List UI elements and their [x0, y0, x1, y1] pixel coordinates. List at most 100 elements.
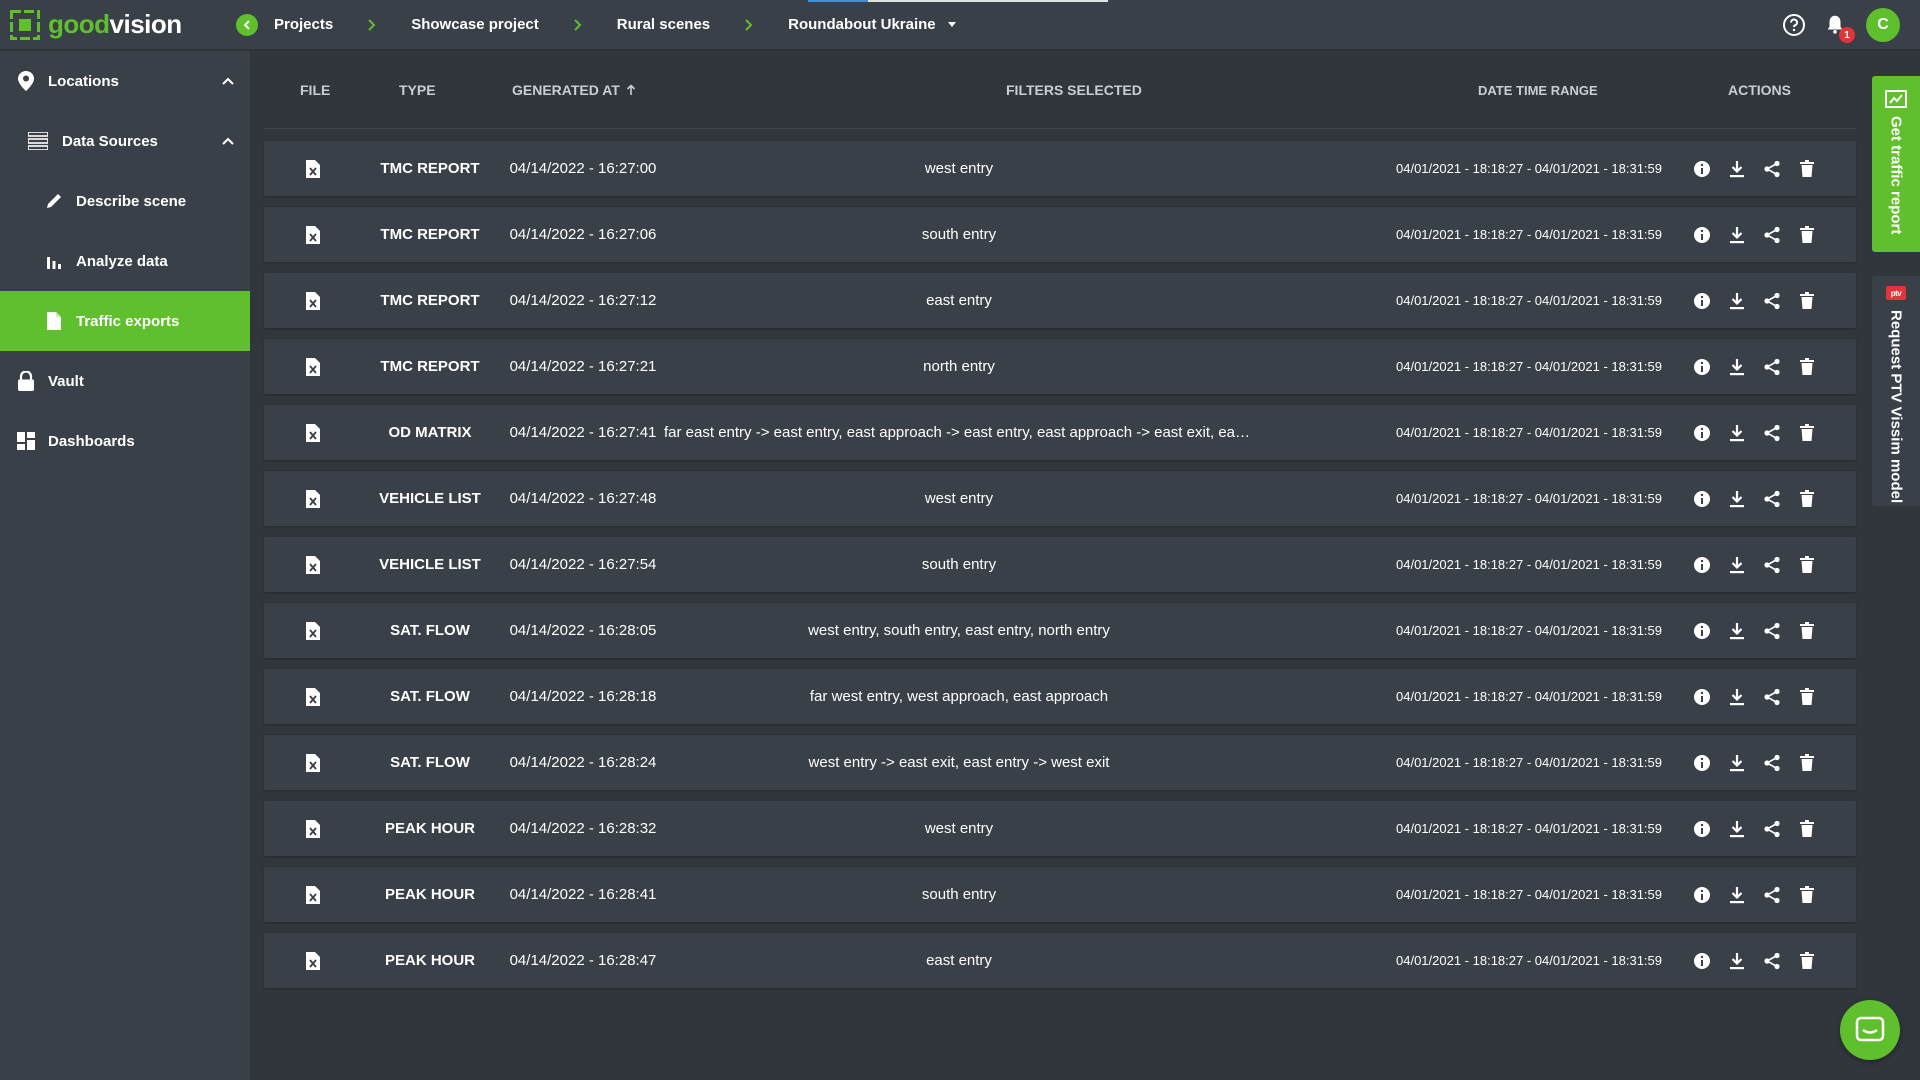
delete-icon[interactable]	[1797, 159, 1817, 179]
share-icon[interactable]	[1762, 291, 1782, 311]
download-icon[interactable]	[1727, 225, 1747, 245]
help-icon[interactable]	[1782, 13, 1806, 37]
column-header-generated-at[interactable]: GENERATED AT	[512, 51, 636, 129]
info-icon[interactable]	[1692, 753, 1712, 773]
table-row[interactable]: PEAK HOUR 04/14/2022 - 16:28:32 west entry…	[264, 801, 1856, 856]
share-icon[interactable]	[1762, 621, 1782, 641]
excel-file-icon[interactable]	[300, 357, 326, 376]
back-button[interactable]	[236, 13, 258, 36]
download-icon[interactable]	[1727, 687, 1747, 707]
caret-down-icon[interactable]	[946, 21, 958, 29]
share-icon[interactable]	[1762, 225, 1782, 245]
share-icon[interactable]	[1762, 687, 1782, 707]
sidebar-item-describe-scene[interactable]: Describe scene	[0, 171, 250, 231]
excel-file-icon[interactable]	[300, 621, 326, 640]
table-row[interactable]: VEHICLE LIST 04/14/2022 - 16:27:54 south e…	[264, 537, 1856, 592]
delete-icon[interactable]	[1797, 687, 1817, 707]
share-icon[interactable]	[1762, 357, 1782, 377]
info-icon[interactable]	[1692, 555, 1712, 575]
share-icon[interactable]	[1762, 489, 1782, 509]
excel-file-icon[interactable]	[300, 159, 326, 178]
table-row[interactable]: OD MATRIX 04/14/2022 - 16:27:41 far east e…	[264, 405, 1856, 460]
download-icon[interactable]	[1727, 489, 1747, 509]
share-icon[interactable]	[1762, 951, 1782, 971]
excel-file-icon[interactable]	[300, 423, 326, 442]
delete-icon[interactable]	[1797, 753, 1817, 773]
excel-file-icon[interactable]	[300, 555, 326, 574]
chat-button[interactable]	[1840, 1000, 1900, 1060]
sidebar-item-vault[interactable]: Vault	[0, 351, 250, 411]
delete-icon[interactable]	[1797, 819, 1817, 839]
info-icon[interactable]	[1692, 621, 1712, 641]
logo[interactable]: goodvision	[0, 9, 236, 40]
delete-icon[interactable]	[1797, 423, 1817, 443]
download-icon[interactable]	[1727, 819, 1747, 839]
table-row[interactable]: TMC REPORT 04/14/2022 - 16:27:21 north ent…	[264, 339, 1856, 394]
table-row[interactable]: SAT. FLOW 04/14/2022 - 16:28:24 west entry…	[264, 735, 1856, 790]
share-icon[interactable]	[1762, 555, 1782, 575]
excel-file-icon[interactable]	[300, 225, 326, 244]
breadcrumb-projects[interactable]: Projects	[274, 16, 333, 33]
delete-icon[interactable]	[1797, 489, 1817, 509]
info-icon[interactable]	[1692, 423, 1712, 443]
get-traffic-report-tab[interactable]: Get traffic report	[1872, 76, 1920, 252]
request-ptv-vissim-tab[interactable]: ptv Request PTV Vissim model	[1872, 276, 1920, 506]
table-row[interactable]: TMC REPORT 04/14/2022 - 16:27:06 south ent…	[264, 207, 1856, 262]
table-row[interactable]: SAT. FLOW 04/14/2022 - 16:28:05 west entry…	[264, 603, 1856, 658]
breadcrumb-showcase-project[interactable]: Showcase project	[411, 16, 539, 33]
column-header-file[interactable]: FILE	[300, 51, 330, 129]
share-icon[interactable]	[1762, 159, 1782, 179]
breadcrumb-roundabout-ukraine[interactable]: Roundabout Ukraine	[788, 16, 936, 33]
download-icon[interactable]	[1727, 423, 1747, 443]
excel-file-icon[interactable]	[300, 687, 326, 706]
info-icon[interactable]	[1692, 951, 1712, 971]
info-icon[interactable]	[1692, 885, 1712, 905]
delete-icon[interactable]	[1797, 357, 1817, 377]
table-row[interactable]: VEHICLE LIST 04/14/2022 - 16:27:48 west en…	[264, 471, 1856, 526]
info-icon[interactable]	[1692, 819, 1712, 839]
download-icon[interactable]	[1727, 621, 1747, 641]
delete-icon[interactable]	[1797, 951, 1817, 971]
download-icon[interactable]	[1727, 555, 1747, 575]
notifications-button[interactable]: 1	[1824, 13, 1855, 43]
table-row[interactable]: TMC REPORT 04/14/2022 - 16:27:00 west entr…	[264, 141, 1856, 196]
excel-file-icon[interactable]	[300, 489, 326, 508]
column-header-type[interactable]: TYPE	[399, 51, 436, 129]
share-icon[interactable]	[1762, 753, 1782, 773]
delete-icon[interactable]	[1797, 291, 1817, 311]
delete-icon[interactable]	[1797, 621, 1817, 641]
info-icon[interactable]	[1692, 225, 1712, 245]
breadcrumb-rural-scenes[interactable]: Rural scenes	[617, 16, 710, 33]
info-icon[interactable]	[1692, 489, 1712, 509]
excel-file-icon[interactable]	[300, 951, 326, 970]
excel-file-icon[interactable]	[300, 819, 326, 838]
info-icon[interactable]	[1692, 357, 1712, 377]
table-row[interactable]: SAT. FLOW 04/14/2022 - 16:28:18 far west e…	[264, 669, 1856, 724]
sidebar-item-dashboards[interactable]: Dashboards	[0, 411, 250, 471]
info-icon[interactable]	[1692, 687, 1712, 707]
sidebar-item-analyze-data[interactable]: Analyze data	[0, 231, 250, 291]
info-icon[interactable]	[1692, 291, 1712, 311]
excel-file-icon[interactable]	[300, 885, 326, 904]
download-icon[interactable]	[1727, 357, 1747, 377]
excel-file-icon[interactable]	[300, 753, 326, 772]
delete-icon[interactable]	[1797, 555, 1817, 575]
share-icon[interactable]	[1762, 819, 1782, 839]
sidebar-item-locations[interactable]: Locations	[0, 51, 250, 111]
delete-icon[interactable]	[1797, 885, 1817, 905]
delete-icon[interactable]	[1797, 225, 1817, 245]
download-icon[interactable]	[1727, 159, 1747, 179]
download-icon[interactable]	[1727, 753, 1747, 773]
sidebar-item-data-sources[interactable]: Data Sources	[0, 111, 250, 171]
table-row[interactable]: PEAK HOUR 04/14/2022 - 16:28:41 south entr…	[264, 867, 1856, 922]
sidebar-item-traffic-exports[interactable]: Traffic exports	[0, 291, 250, 351]
column-header-date-time-range[interactable]: DATE TIME RANGE	[1478, 51, 1598, 129]
share-icon[interactable]	[1762, 885, 1782, 905]
column-header-filters[interactable]: FILTERS SELECTED	[1006, 51, 1142, 129]
excel-file-icon[interactable]	[300, 291, 326, 310]
table-row[interactable]: TMC REPORT 04/14/2022 - 16:27:12 east entr…	[264, 273, 1856, 328]
share-icon[interactable]	[1762, 423, 1782, 443]
avatar[interactable]: C	[1866, 8, 1900, 42]
download-icon[interactable]	[1727, 291, 1747, 311]
download-icon[interactable]	[1727, 885, 1747, 905]
